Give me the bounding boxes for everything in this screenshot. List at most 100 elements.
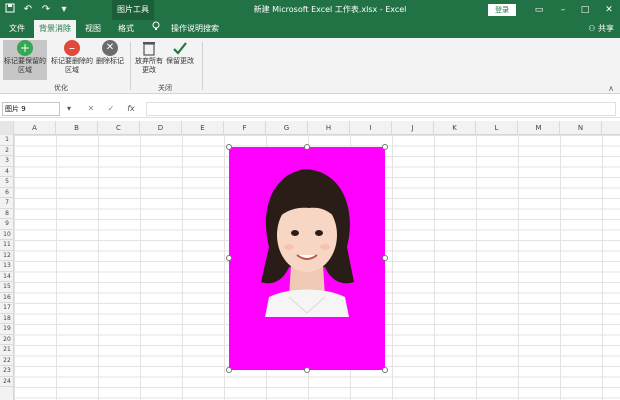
ribbon-tabs: 文件 背景消除 视图 格式 操作说明搜索 ⚇ 共享 bbox=[0, 20, 620, 38]
close-icon[interactable]: ✕ bbox=[598, 0, 620, 20]
row-header[interactable]: 18 bbox=[0, 314, 14, 324]
row-header[interactable]: 17 bbox=[0, 303, 14, 314]
namebox-dropdown-icon[interactable]: ▾ bbox=[62, 102, 76, 116]
tab-format[interactable]: 格式 bbox=[112, 20, 140, 38]
resize-handle[interactable] bbox=[226, 367, 232, 373]
column-headers: A B C D E F G H I J K L M N bbox=[0, 121, 620, 135]
group-optimize-label: 优化 bbox=[54, 84, 68, 92]
column-header[interactable]: C bbox=[98, 121, 140, 135]
minimize-icon[interactable]: – bbox=[552, 0, 574, 20]
delete-mark-button[interactable]: ✕ 删除标记 bbox=[95, 40, 125, 80]
column-header[interactable]: B bbox=[56, 121, 98, 135]
column-header[interactable]: L bbox=[476, 121, 518, 135]
row-header[interactable]: 7 bbox=[0, 198, 14, 209]
row-header[interactable]: 19 bbox=[0, 324, 14, 335]
row-header[interactable]: 15 bbox=[0, 282, 14, 293]
discard-changes-label: 放弃所有更改 bbox=[135, 57, 163, 74]
row-header[interactable]: 11 bbox=[0, 240, 14, 251]
redo-icon[interactable]: ↷ bbox=[40, 3, 52, 17]
column-header[interactable]: F bbox=[224, 121, 266, 135]
row-header[interactable]: 14 bbox=[0, 272, 14, 282]
checkmark-icon bbox=[172, 40, 188, 56]
portrait-image bbox=[229, 147, 385, 370]
row-header[interactable]: 20 bbox=[0, 335, 14, 345]
discard-changes-button[interactable]: 放弃所有更改 bbox=[134, 40, 164, 80]
row-header[interactable]: 16 bbox=[0, 293, 14, 303]
resize-handle[interactable] bbox=[382, 367, 388, 373]
collapse-ribbon-icon[interactable]: ∧ bbox=[608, 84, 614, 93]
row-header[interactable]: 6 bbox=[0, 188, 14, 198]
column-header[interactable]: N bbox=[560, 121, 602, 135]
column-header[interactable]: I bbox=[350, 121, 392, 135]
row-header[interactable]: 22 bbox=[0, 356, 14, 366]
resize-handle[interactable] bbox=[226, 144, 232, 150]
row-header[interactable]: 1 bbox=[0, 135, 14, 146]
column-header[interactable]: E bbox=[182, 121, 224, 135]
quick-access-toolbar: ↶ ↷ ▾ bbox=[4, 3, 70, 17]
row-header[interactable]: 8 bbox=[0, 209, 14, 219]
resize-handle[interactable] bbox=[304, 144, 310, 150]
row-header[interactable]: 10 bbox=[0, 230, 14, 240]
window-title: 新建 Microsoft Excel 工作表.xlsx - Excel bbox=[253, 5, 407, 14]
column-header[interactable]: A bbox=[14, 121, 56, 135]
tab-file[interactable]: 文件 bbox=[4, 20, 30, 38]
column-header[interactable]: K bbox=[434, 121, 476, 135]
column-header[interactable]: G bbox=[266, 121, 308, 135]
user-icon: ⚇ bbox=[588, 24, 598, 33]
delete-mark-icon: ✕ bbox=[102, 40, 118, 56]
row-header[interactable]: 5 bbox=[0, 177, 14, 188]
row-header[interactable]: 13 bbox=[0, 261, 14, 272]
trash-icon bbox=[141, 40, 157, 56]
share-button[interactable]: ⚇ 共享 bbox=[588, 20, 614, 38]
ribbon-display-icon[interactable]: ▭ bbox=[528, 0, 550, 20]
mark-keep-label: 标记要保留的区域 bbox=[4, 57, 46, 74]
title-bar: ↶ ↷ ▾ 图片工具 新建 Microsoft Excel 工作表.xlsx -… bbox=[0, 0, 620, 20]
row-header[interactable]: 23 bbox=[0, 366, 14, 377]
group-separator bbox=[202, 42, 203, 90]
group-close-label: 关闭 bbox=[158, 84, 172, 92]
row-header[interactable]: 24 bbox=[0, 377, 14, 387]
insert-function-icon[interactable]: fx bbox=[124, 102, 138, 116]
select-all-corner[interactable] bbox=[0, 121, 14, 135]
tab-background-removal[interactable]: 背景消除 bbox=[34, 20, 76, 38]
save-icon[interactable] bbox=[4, 3, 16, 17]
minus-circle-icon: – bbox=[64, 40, 80, 56]
resize-handle[interactable] bbox=[304, 367, 310, 373]
formula-input[interactable] bbox=[146, 102, 616, 116]
portrait-picture[interactable] bbox=[226, 144, 388, 373]
lightbulb-icon bbox=[150, 20, 162, 38]
mark-remove-label: 标记要删除的区域 bbox=[51, 57, 93, 74]
group-separator bbox=[130, 42, 131, 90]
row-headers: 1 2 3 4 5 6 7 8 9 10 11 12 13 14 15 16 1… bbox=[0, 135, 14, 400]
column-header[interactable]: J bbox=[392, 121, 434, 135]
mark-keep-button[interactable]: + 标记要保留的区域 bbox=[3, 40, 47, 80]
row-header[interactable]: 21 bbox=[0, 345, 14, 356]
resize-handle[interactable] bbox=[226, 255, 232, 261]
column-header[interactable]: D bbox=[140, 121, 182, 135]
column-header[interactable]: M bbox=[518, 121, 560, 135]
undo-icon[interactable]: ↶ bbox=[22, 3, 34, 17]
name-box[interactable]: 图片 9 bbox=[2, 102, 60, 116]
ribbon: + 标记要保留的区域 – 标记要删除的区域 ✕ 删除标记 优化 放弃所有更改 保… bbox=[0, 38, 620, 94]
column-header[interactable]: H bbox=[308, 121, 350, 135]
tell-me-search[interactable]: 操作说明搜索 bbox=[166, 20, 224, 38]
share-label: 共享 bbox=[598, 24, 614, 33]
mark-remove-button[interactable]: – 标记要删除的区域 bbox=[50, 40, 94, 80]
tab-view[interactable]: 视图 bbox=[80, 20, 106, 38]
resize-handle[interactable] bbox=[382, 144, 388, 150]
customize-icon[interactable]: ▾ bbox=[58, 3, 70, 17]
keep-changes-label: 保留更改 bbox=[166, 57, 194, 65]
delete-mark-label: 删除标记 bbox=[96, 57, 124, 65]
formula-bar: 图片 9 ▾ ✕ ✓ fx bbox=[0, 100, 620, 118]
row-header[interactable]: 2 bbox=[0, 146, 14, 156]
maximize-icon[interactable]: □ bbox=[574, 0, 596, 20]
row-header[interactable]: 9 bbox=[0, 219, 14, 230]
row-header[interactable]: 4 bbox=[0, 167, 14, 177]
resize-handle[interactable] bbox=[382, 255, 388, 261]
cancel-icon[interactable]: ✕ bbox=[84, 102, 98, 116]
enter-icon[interactable]: ✓ bbox=[104, 102, 118, 116]
keep-changes-button[interactable]: 保留更改 bbox=[164, 40, 196, 80]
row-header[interactable]: 3 bbox=[0, 156, 14, 167]
login-button[interactable]: 登录 bbox=[488, 4, 516, 16]
row-header[interactable]: 12 bbox=[0, 251, 14, 261]
